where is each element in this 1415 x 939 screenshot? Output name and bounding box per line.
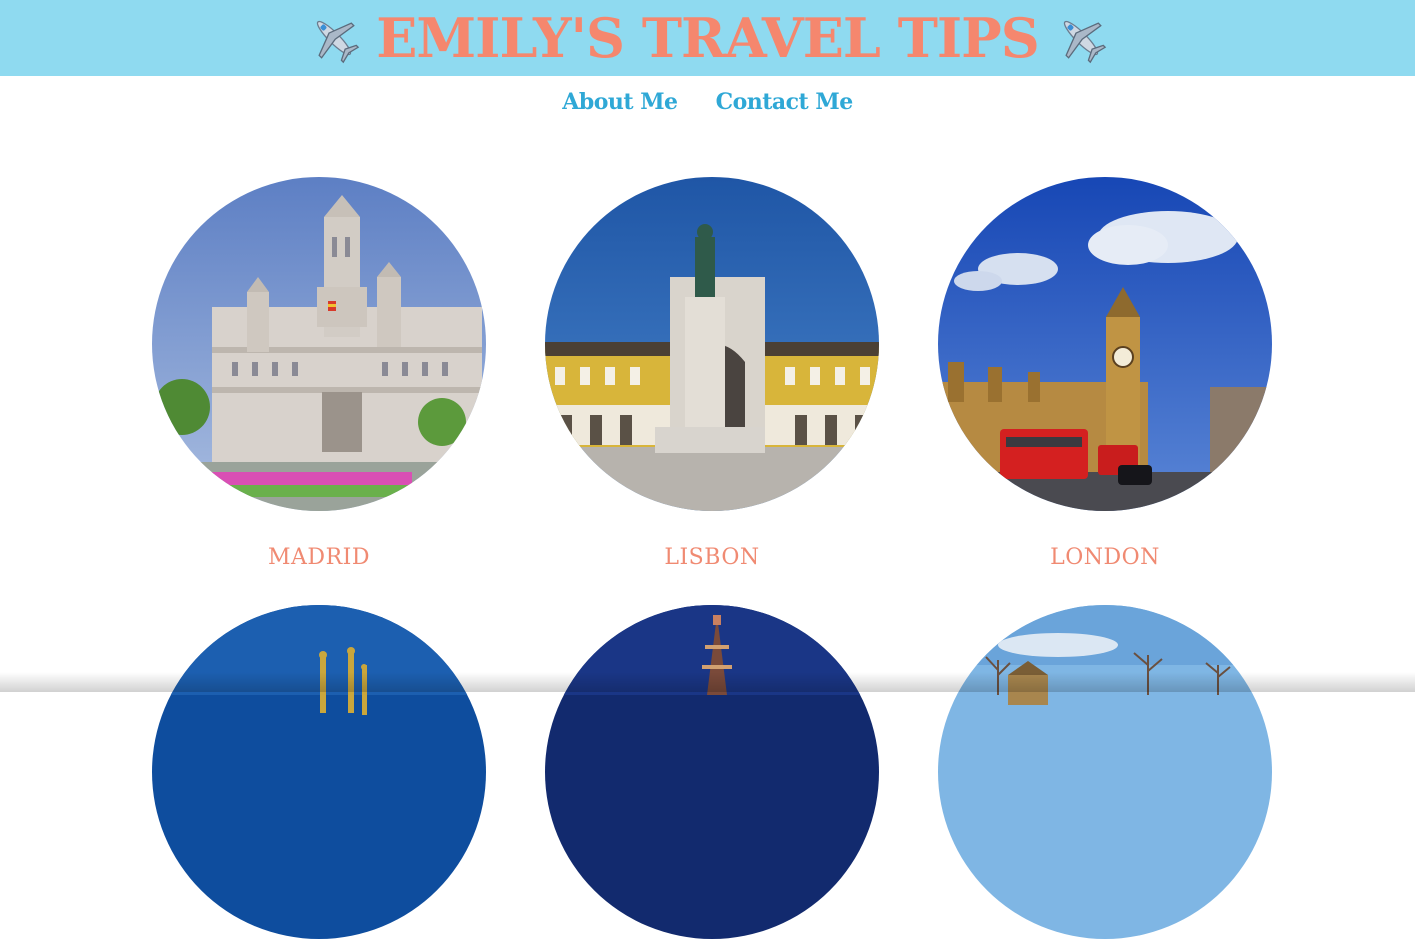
- airplane-icon: [1063, 20, 1106, 64]
- site-header: EMILY'S TRAVEL TIPS: [0, 0, 1415, 76]
- destination-card-london[interactable]: LONDON: [938, 177, 1272, 570]
- destination-card-lisbon[interactable]: LISBON: [545, 177, 879, 570]
- paris-photo[interactable]: [545, 605, 879, 939]
- nav-contact-me-link[interactable]: Contact Me: [716, 89, 854, 115]
- london-photo[interactable]: [938, 177, 1272, 511]
- destination-card-5[interactable]: [545, 605, 879, 939]
- nav-about-me-link[interactable]: About Me: [562, 89, 678, 115]
- site-title: EMILY'S TRAVEL TIPS: [376, 6, 1039, 70]
- main-nav: About Me Contact Me: [0, 89, 1415, 115]
- lisbon-photo[interactable]: [545, 177, 879, 511]
- city-label-london[interactable]: LONDON: [938, 545, 1272, 570]
- city-label-madrid[interactable]: MADRID: [152, 545, 486, 570]
- destination-card-4[interactable]: [152, 605, 486, 939]
- header-inner: EMILY'S TRAVEL TIPS: [306, 0, 1109, 76]
- city-label-lisbon[interactable]: LISBON: [545, 545, 879, 570]
- airplane-icon: [317, 20, 360, 64]
- destination-card-6[interactable]: [938, 605, 1272, 939]
- barcelona-photo[interactable]: [152, 605, 486, 939]
- countryside-photo[interactable]: [938, 605, 1272, 939]
- destination-card-madrid[interactable]: MADRID: [152, 177, 486, 570]
- madrid-photo[interactable]: [152, 177, 486, 511]
